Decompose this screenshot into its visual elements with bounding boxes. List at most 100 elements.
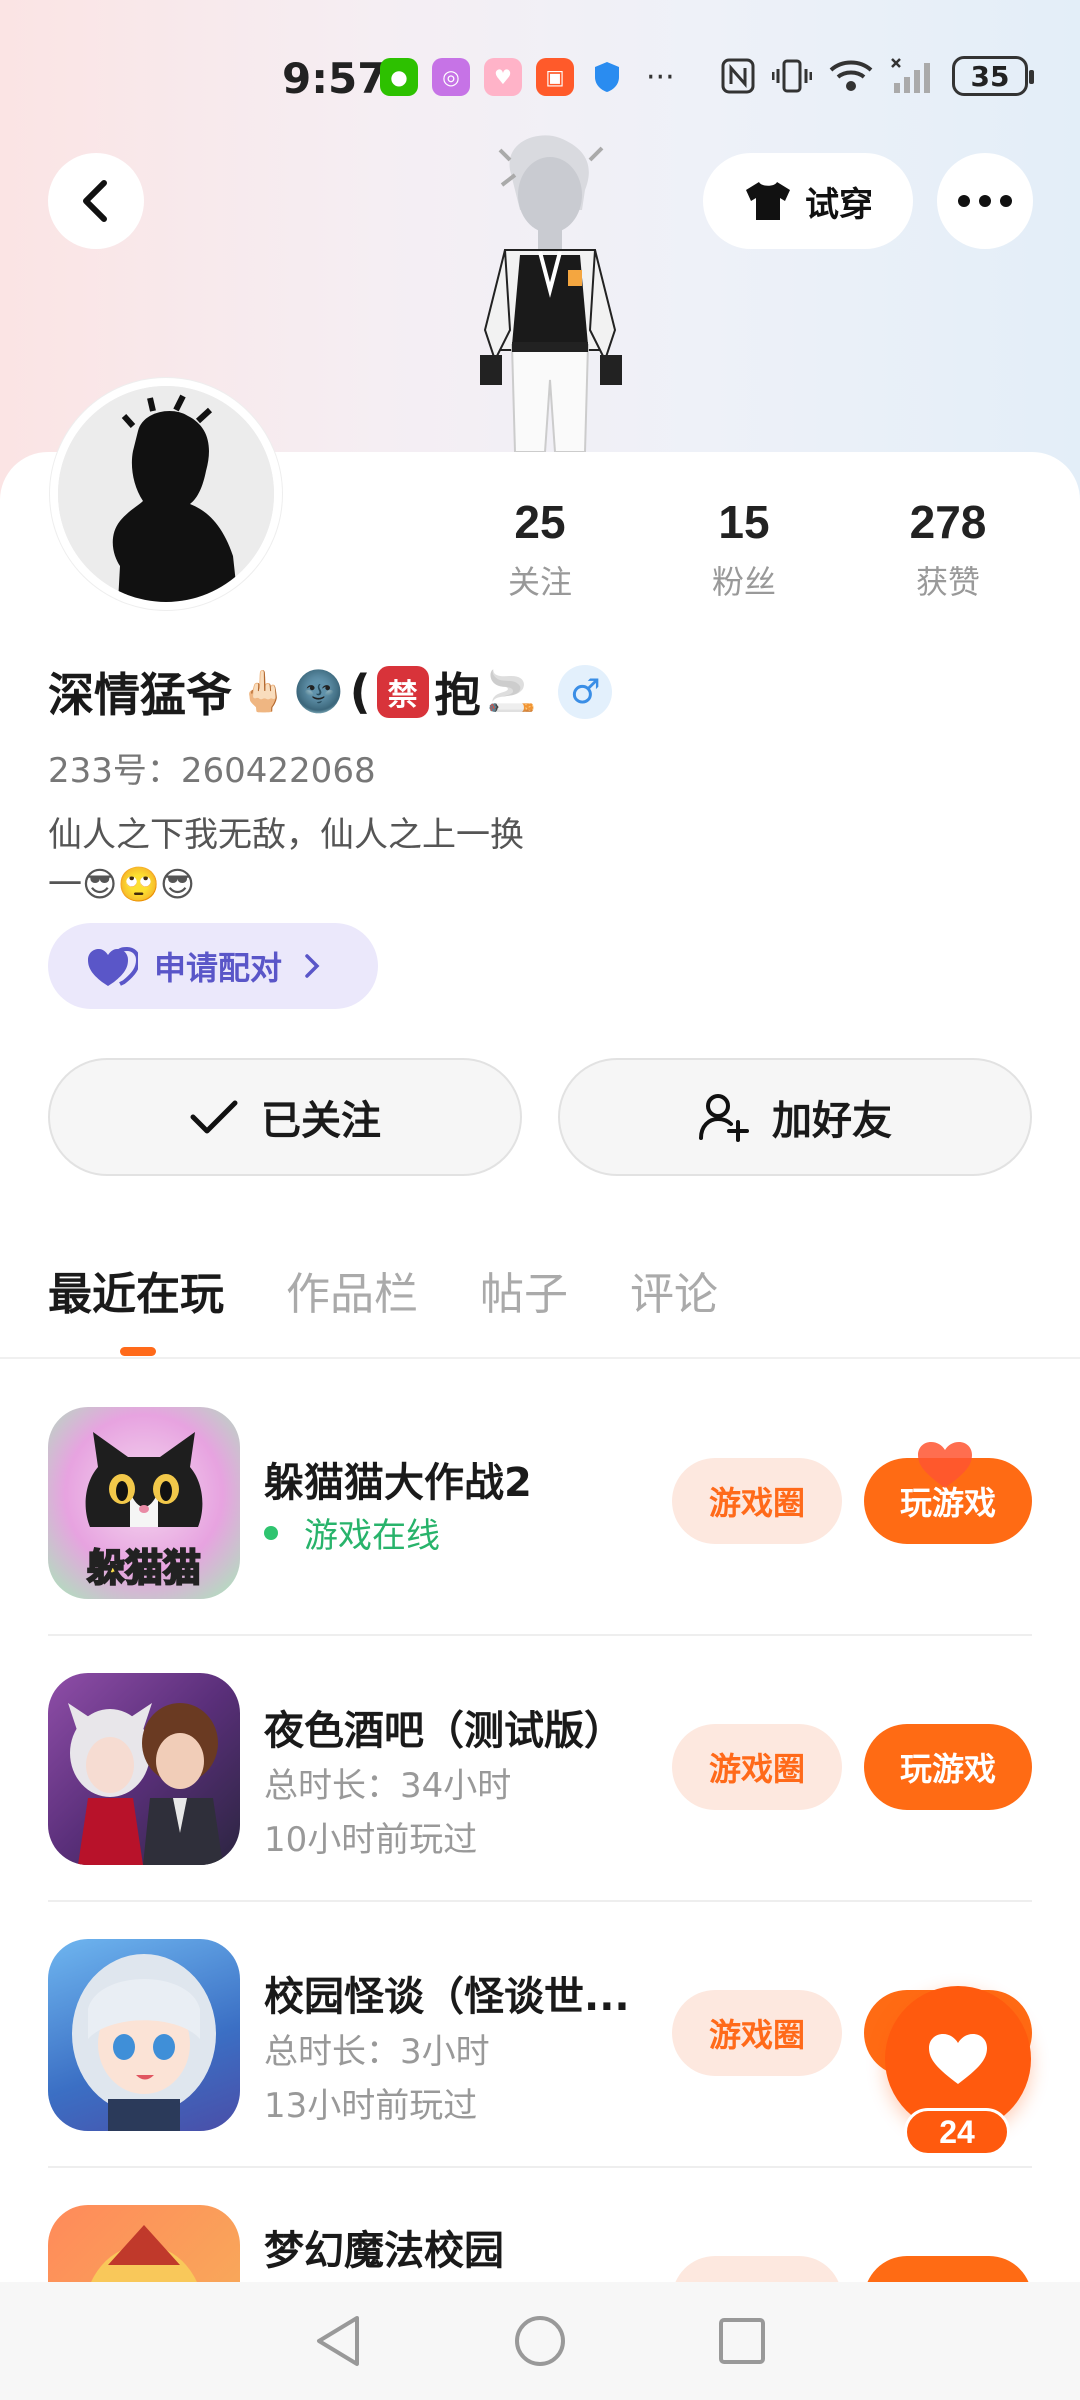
user-id: 233号：260422068 xyxy=(48,751,376,791)
anime-couple-image xyxy=(68,1703,223,1865)
battery-level: 35 xyxy=(970,59,1010,93)
game-duration: 总时长：3小时 xyxy=(264,2032,490,2072)
stat-likes[interactable]: 278 获赞 xyxy=(868,495,1028,603)
chevron-right-icon xyxy=(305,954,320,978)
tab-recent-playing[interactable]: 最近在玩 xyxy=(48,1258,224,1322)
system-navigation-bar xyxy=(0,2282,1080,2400)
more-dots-icon xyxy=(958,195,1012,207)
add-user-icon xyxy=(699,1094,749,1142)
tab-posts[interactable]: 帖子 xyxy=(480,1258,568,1322)
nfc-icon xyxy=(721,58,755,94)
app-icon: ◎ xyxy=(432,58,470,96)
active-tab-indicator xyxy=(120,1347,156,1356)
game-circle-button[interactable]: 游戏圈 xyxy=(672,1724,842,1810)
check-icon xyxy=(190,1100,238,1134)
vibrate-icon xyxy=(772,59,812,93)
stat-following[interactable]: 25 关注 xyxy=(460,495,620,603)
signal-icon xyxy=(891,58,930,93)
play-game-button[interactable] xyxy=(864,2256,1032,2282)
stat-value: 15 xyxy=(718,496,770,548)
home-circle-icon[interactable] xyxy=(513,2314,567,2368)
followed-button[interactable]: 已关注 xyxy=(48,1058,522,1176)
try-on-label: 试穿 xyxy=(805,184,873,225)
game-duration: 总时长：34小时 xyxy=(264,1766,512,1806)
status-indicators: 35 xyxy=(720,56,1034,96)
heart-icon xyxy=(929,2034,987,2084)
bio: 仙人之下我无敌，仙人之上一换 一😎🙄😎 xyxy=(48,810,608,910)
game-circle-button[interactable] xyxy=(672,2256,842,2282)
app-icon: ♥ xyxy=(484,58,522,96)
game-icon: 躲猫猫 xyxy=(48,1407,240,1599)
stat-value: 278 xyxy=(909,496,987,548)
game-last-played: 13小时前玩过 xyxy=(264,2086,478,2126)
status-notification-icons: ● ◎ ♥ ▣ ··· xyxy=(380,58,675,96)
nickname: 深情猛爷 xyxy=(48,668,232,722)
bio-line: 一😎🙄😎 xyxy=(48,865,196,905)
profile-tabs: 最近在玩 作品栏 帖子 评论 xyxy=(48,1258,718,1322)
stat-label: 粉丝 xyxy=(711,563,776,601)
game-circle-button[interactable]: 游戏圈 xyxy=(672,1990,842,2076)
ban-badge: 禁 xyxy=(376,666,429,718)
game-title: 梦幻魔法校园 xyxy=(264,2228,504,2274)
add-friend-label: 加好友 xyxy=(772,1098,892,1144)
stat-label: 关注 xyxy=(507,563,572,601)
nickname-emoji: 🚬 xyxy=(486,669,537,715)
tab-works[interactable]: 作品栏 xyxy=(286,1258,418,1322)
play-game-button[interactable]: 玩游戏 xyxy=(864,1724,1032,1810)
status-time: 9:57 xyxy=(282,54,387,103)
bio-line: 仙人之下我无敌，仙人之上一换 xyxy=(48,815,524,855)
nickname-suffix: 抱 xyxy=(434,668,481,722)
character-figure xyxy=(480,135,622,452)
stat-value: 25 xyxy=(514,496,566,548)
wechat-icon: ● xyxy=(380,58,418,96)
anime-girl-image xyxy=(72,1954,216,2131)
back-button[interactable] xyxy=(48,153,144,249)
more-notifications-icon: ··· xyxy=(646,59,675,95)
stat-followers[interactable]: 15 粉丝 xyxy=(664,495,824,603)
game-title: 校园怪谈（怪谈世... xyxy=(264,1974,630,2020)
game-list-item[interactable]: 躲猫猫 躲猫猫大作战2 游戏在线 游戏圈 玩游戏 xyxy=(48,1370,1032,1636)
stat-label: 获赞 xyxy=(915,563,980,601)
game-icon-text: 躲猫猫 xyxy=(86,1545,202,1591)
double-heart-icon xyxy=(88,946,138,986)
like-count-badge: 24 xyxy=(904,2108,1010,2156)
battery-indicator: 35 xyxy=(952,56,1034,96)
back-triangle-icon[interactable] xyxy=(313,2314,363,2368)
avatar[interactable] xyxy=(50,378,282,610)
apply-pair-label: 申请配对 xyxy=(154,949,283,987)
nickname-paren: ( xyxy=(349,665,371,719)
status-bar: 9:57 ● ◎ ♥ ▣ ··· 35 xyxy=(0,40,1080,120)
online-dot-icon xyxy=(264,1525,278,1540)
shield-icon xyxy=(588,58,626,96)
game-title: 夜色酒吧（测试版） xyxy=(264,1708,624,1754)
recent-apps-square-icon[interactable] xyxy=(717,2316,767,2366)
game-title: 躲猫猫大作战2 xyxy=(264,1460,532,1506)
floating-heart-icon xyxy=(918,1442,972,1488)
nickname-emoji: 🌚 xyxy=(293,669,344,715)
silhouette-avatar-image xyxy=(58,386,274,602)
game-status: 游戏在线 xyxy=(264,1508,440,1557)
magic-school-image xyxy=(91,2225,197,2282)
game-last-played: 10小时前玩过 xyxy=(264,1820,478,1860)
male-gender-icon: ♂ xyxy=(558,665,613,719)
chevron-left-icon xyxy=(83,180,107,222)
nickname-row: 深情猛爷 🖕🏻 🌚 ( 禁 抱 🚬 ♂ xyxy=(48,660,613,724)
divider xyxy=(0,1357,1080,1359)
tab-comments[interactable]: 评论 xyxy=(630,1258,718,1322)
game-icon xyxy=(48,2205,240,2282)
app-icon: ▣ xyxy=(536,58,574,96)
game-circle-button[interactable]: 游戏圈 xyxy=(672,1458,842,1544)
game-list-item[interactable]: 梦幻魔法校园 xyxy=(48,2168,1032,2282)
apply-pair-button[interactable]: 申请配对 xyxy=(48,923,378,1009)
profile-stats: 25 关注 15 粉丝 278 获赞 xyxy=(460,495,1060,605)
wifi-icon xyxy=(829,60,873,91)
more-button[interactable] xyxy=(937,153,1033,249)
add-friend-button[interactable]: 加好友 xyxy=(558,1058,1032,1176)
tshirt-icon xyxy=(746,182,790,220)
try-on-button[interactable]: 试穿 xyxy=(703,153,913,249)
followed-label: 已关注 xyxy=(261,1098,381,1144)
game-icon xyxy=(48,1939,240,2131)
game-list-item[interactable]: 校园怪谈（怪谈世... 总时长：3小时 13小时前玩过 游戏圈 玩游戏 xyxy=(48,1902,1032,2168)
game-list-item[interactable]: 夜色酒吧（测试版） 总时长：34小时 10小时前玩过 游戏圈 玩游戏 xyxy=(48,1636,1032,1902)
game-icon xyxy=(48,1673,240,1865)
